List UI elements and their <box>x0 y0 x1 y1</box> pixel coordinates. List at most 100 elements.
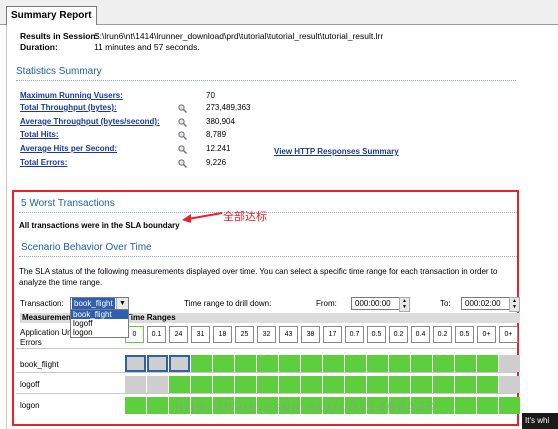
sla-status-cell[interactable] <box>191 355 212 372</box>
dropdown-option[interactable]: book_flight <box>71 310 128 319</box>
sla-status-cell[interactable] <box>125 376 146 393</box>
error-value-cell[interactable]: 0.4 <box>411 326 430 343</box>
row-separator <box>16 393 516 394</box>
error-value-cell[interactable]: 0.7 <box>345 326 364 343</box>
sla-status-cell[interactable] <box>499 355 520 372</box>
http-responses-summary-link[interactable]: View HTTP Responses Summary <box>274 147 399 156</box>
from-spinner[interactable]: ▲ ▼ <box>399 297 410 312</box>
row-separator <box>16 372 516 373</box>
row-label-logoff: logoff <box>20 380 40 389</box>
error-value-cell[interactable]: 43 <box>279 326 298 343</box>
error-value-cell[interactable]: 24 <box>169 326 188 343</box>
sla-status-cell[interactable] <box>455 376 476 393</box>
sla-status-cell[interactable] <box>257 355 278 372</box>
sla-status-cell[interactable] <box>279 355 300 372</box>
sla-status-cell[interactable] <box>323 355 344 372</box>
transaction-dropdown-list: book_flight logoff logon <box>70 309 129 338</box>
sla-status-cell[interactable] <box>433 376 454 393</box>
red-arrow-icon <box>182 212 223 223</box>
corner-notification: It's whi <box>522 413 558 429</box>
to-label: To: <box>440 299 451 308</box>
sla-status-cell[interactable] <box>191 376 212 393</box>
sla-status-cell[interactable] <box>345 355 366 372</box>
sla-status-cell[interactable] <box>147 355 168 372</box>
sla-status-cell[interactable] <box>499 397 520 414</box>
error-value-cell[interactable]: 25 <box>235 326 254 343</box>
error-value-cell[interactable]: 0.2 <box>433 326 452 343</box>
error-value-cell[interactable]: 0+ <box>499 326 518 343</box>
sla-status-cell[interactable] <box>367 376 388 393</box>
error-value-cell[interactable]: 38 <box>301 326 320 343</box>
error-value-cell[interactable]: 18 <box>213 326 232 343</box>
annotation-text: 全部达标 <box>223 211 267 223</box>
sla-status-cell[interactable] <box>323 376 344 393</box>
sla-status-cell[interactable] <box>345 376 366 393</box>
magnifier-icon[interactable] <box>178 145 187 154</box>
error-value-cell[interactable]: 31 <box>191 326 210 343</box>
error-value-cell[interactable]: 17 <box>323 326 342 343</box>
sla-status-cell[interactable] <box>477 355 498 372</box>
sla-status-cell[interactable] <box>235 355 256 372</box>
duration-label: Duration: <box>20 42 58 52</box>
magnifier-icon[interactable] <box>178 118 187 127</box>
sla-status-cell[interactable] <box>213 376 234 393</box>
transaction-selected-value: book_flight <box>72 298 115 309</box>
error-value-cell[interactable]: 0.5 <box>455 326 474 343</box>
stat-label[interactable]: Average Throughput (bytes/second): <box>20 117 160 126</box>
sla-status-cell[interactable] <box>455 355 476 372</box>
sla-status-cell[interactable] <box>477 397 498 414</box>
stat-value: 12.241 <box>206 144 231 153</box>
sla-status-cell[interactable] <box>433 355 454 372</box>
sla-status-cell[interactable] <box>367 355 388 372</box>
sla-status-cell[interactable] <box>455 397 476 414</box>
error-value-cell[interactable]: 0.1 <box>147 326 166 343</box>
sla-status-cell[interactable] <box>433 397 454 414</box>
sla-status-cell[interactable] <box>389 376 410 393</box>
sla-status-cell[interactable] <box>411 355 432 372</box>
sla-status-cell[interactable] <box>213 355 234 372</box>
sla-status-cell[interactable] <box>389 355 410 372</box>
stat-label[interactable]: Maximum Running Vusers: <box>20 91 123 100</box>
from-label: From: <box>316 299 337 308</box>
sla-status-cell[interactable] <box>279 376 300 393</box>
magnifier-icon[interactable] <box>178 159 187 168</box>
dropdown-option[interactable]: logon <box>71 328 128 337</box>
stat-label[interactable]: Average Hits per Second: <box>20 144 117 153</box>
to-spinner[interactable]: ▲ ▼ <box>509 297 520 312</box>
to-time-input[interactable]: 000:02:00 <box>461 297 510 310</box>
sla-status-cell[interactable] <box>169 376 190 393</box>
sla-status-cell[interactable] <box>411 376 432 393</box>
sla-status-cell[interactable] <box>125 355 146 372</box>
statistics-summary-title: Statistics Summary <box>16 66 102 77</box>
watermark-text: http://blog.csdn.net/u011460428 <box>175 398 437 414</box>
tab-summary-report[interactable]: Summary Report <box>6 6 97 25</box>
magnifier-icon[interactable] <box>178 104 187 113</box>
stat-label[interactable]: Total Throughput (bytes): <box>20 103 117 112</box>
sla-status-cell[interactable] <box>499 376 520 393</box>
sla-status-cell[interactable] <box>125 397 146 414</box>
section-divider <box>16 80 516 81</box>
sla-status-cell[interactable] <box>147 376 168 393</box>
stat-label[interactable]: Total Hits: <box>20 130 59 139</box>
results-session-label: Results in Session: <box>20 31 99 41</box>
error-value-cell[interactable]: 0.2 <box>389 326 408 343</box>
sla-status-cell[interactable] <box>147 397 168 414</box>
magnifier-icon[interactable] <box>178 131 187 140</box>
sla-status-cell[interactable] <box>257 376 278 393</box>
sla-status-cell[interactable] <box>169 355 190 372</box>
stat-label[interactable]: Total Errors: <box>20 158 67 167</box>
sla-status-cell[interactable] <box>477 376 498 393</box>
stat-value: 8,789 <box>206 130 227 139</box>
sla-status-cell[interactable] <box>301 355 322 372</box>
error-value-cell[interactable]: 0+ <box>477 326 496 343</box>
from-time-input[interactable]: 000:00:00 <box>351 297 400 310</box>
error-value-cell[interactable]: 0.5 <box>367 326 386 343</box>
section-divider <box>19 256 517 257</box>
scenario-behavior-title: Scenario Behavior Over Time <box>21 242 152 253</box>
sla-status-cell[interactable] <box>301 376 322 393</box>
error-value-cell[interactable]: 32 <box>257 326 276 343</box>
time-range-label: Time range to drill down: <box>184 299 272 308</box>
sla-status-cell[interactable] <box>235 376 256 393</box>
row-label-book-flight: book_flight <box>20 360 59 369</box>
dropdown-option[interactable]: logoff <box>71 319 128 328</box>
